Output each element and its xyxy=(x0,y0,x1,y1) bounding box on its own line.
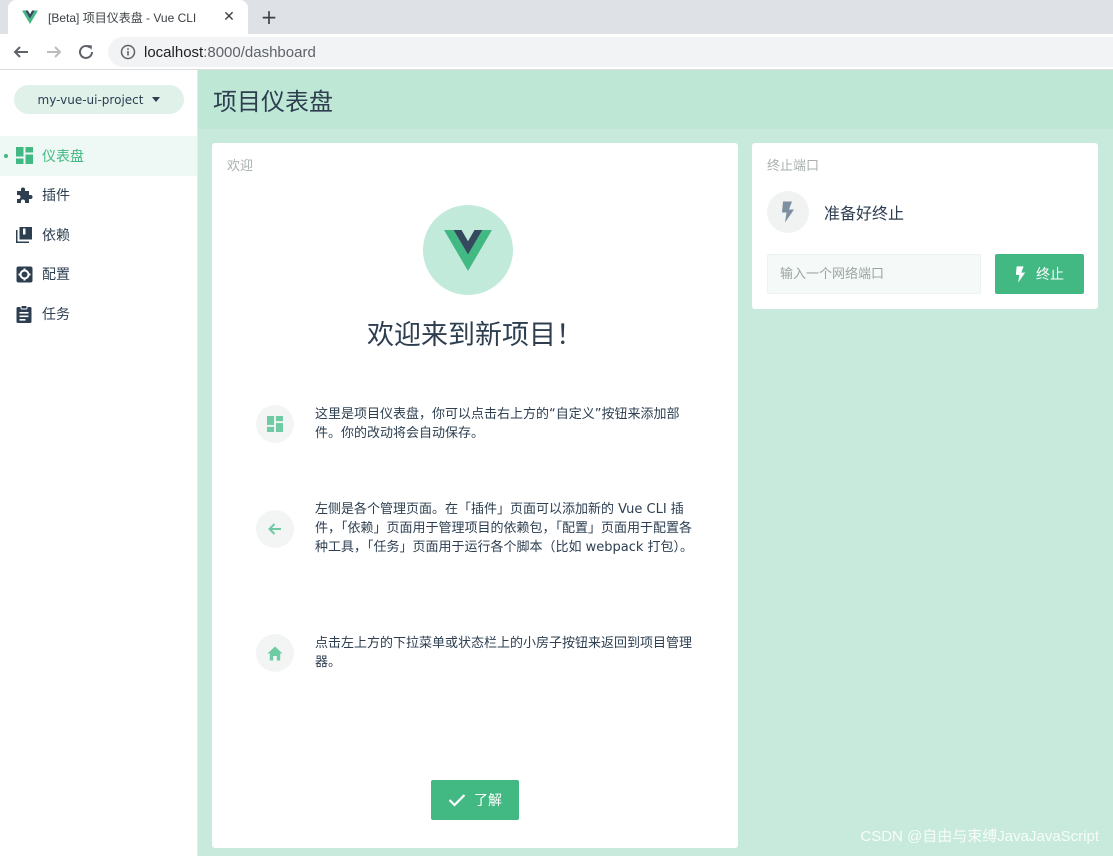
back-button[interactable] xyxy=(10,41,32,63)
caret-down-icon xyxy=(152,97,161,102)
kill-port-widget: 终止端口 准备好终止 终止 xyxy=(752,143,1098,309)
new-tab-button[interactable]: + xyxy=(258,5,280,29)
check-icon xyxy=(448,794,466,807)
sidebar-item-label: 仪表盘 xyxy=(42,148,84,165)
port-input[interactable] xyxy=(767,254,981,294)
sidebar-item-label: 依赖 xyxy=(42,227,70,244)
widget-title: 终止端口 xyxy=(767,159,820,174)
page-header: 项目仪表盘 xyxy=(198,70,1113,129)
got-it-button[interactable]: 了解 xyxy=(431,780,519,820)
tab-title: [Beta] 项目仪表盘 - Vue CLI xyxy=(48,10,197,25)
arrow-left-icon xyxy=(256,509,294,548)
sidebar-item-tasks[interactable]: 任务 xyxy=(0,294,197,334)
sidebar-item-plugins[interactable]: 插件 xyxy=(0,176,197,216)
widget-title: 欢迎 xyxy=(227,159,254,174)
sidebar-item-dashboard[interactable]: 仪表盘 xyxy=(0,136,197,176)
browser-tabstrip: [Beta] 项目仪表盘 - Vue CLI ✕ + xyxy=(0,0,1113,34)
home-icon xyxy=(256,634,294,672)
puzzle-icon xyxy=(15,186,33,204)
tip-text: 这里是项目仪表盘，你可以点击右上方的“自定义”按钮来添加部件。你的改动将会自动保… xyxy=(315,407,680,441)
kill-button-label: 终止 xyxy=(1036,267,1064,283)
got-it-label: 了解 xyxy=(474,793,502,809)
library-icon xyxy=(15,226,33,244)
forward-button[interactable] xyxy=(43,41,65,63)
kill-status-text: 准备好终止 xyxy=(824,204,905,223)
sidebar: my-vue-ui-project 仪表盘 插件 依赖 配置 任务 xyxy=(0,70,198,856)
reload-icon xyxy=(79,44,93,59)
sidebar-item-label: 插件 xyxy=(42,188,70,205)
sidebar-item-label: 任务 xyxy=(42,306,70,323)
tip-text: 左侧是各个管理页面。在「插件」页面可以添加新的 Vue CLI 插件，「依赖」页… xyxy=(315,502,694,555)
active-indicator xyxy=(4,154,8,158)
close-tab-icon[interactable]: ✕ xyxy=(220,8,238,26)
address-bar[interactable]: localhost:8000/dashboard xyxy=(108,37,1113,67)
url-path: :8000/dashboard xyxy=(203,43,316,61)
project-name: my-vue-ui-project xyxy=(37,92,144,107)
url-host: localhost xyxy=(144,43,204,61)
tip-item: 这里是项目仪表盘，你可以点击右上方的“自定义”按钮来添加部件。你的改动将会自动保… xyxy=(256,405,696,443)
browser-toolbar: localhost:8000/dashboard xyxy=(0,34,1113,70)
tip-item: 左侧是各个管理页面。在「插件」页面可以添加新的 Vue CLI 插件，「依赖」页… xyxy=(256,500,696,557)
sidebar-item-dependencies[interactable]: 依赖 xyxy=(0,215,197,255)
lightning-icon xyxy=(767,191,809,233)
arrow-right-icon xyxy=(47,46,62,58)
kill-button[interactable]: 终止 xyxy=(995,254,1084,294)
info-icon[interactable] xyxy=(120,44,136,60)
clipboard-icon xyxy=(15,304,33,323)
dashboard-icon xyxy=(15,147,33,165)
tip-text: 点击左上方的下拉菜单或状态栏上的小房子按钮来返回到项目管理器。 xyxy=(315,636,693,670)
welcome-widget: 欢迎 欢迎来到新项目！ 这里是项目仪表盘，你可以点击右上方的“自定义”按钮来添加… xyxy=(212,143,738,848)
main-content: 项目仪表盘 欢迎 欢迎来到新项目！ 这里是项目仪表盘，你可以点击右上方的“自定义… xyxy=(198,70,1113,856)
sidebar-item-configuration[interactable]: 配置 xyxy=(0,255,197,295)
vue-favicon-icon xyxy=(22,10,38,24)
project-select[interactable]: my-vue-ui-project xyxy=(14,85,184,114)
sidebar-item-label: 配置 xyxy=(42,267,70,284)
arrow-left-icon xyxy=(13,46,28,58)
vue-logo-icon xyxy=(423,205,513,295)
sidebar-nav: 仪表盘 插件 依赖 配置 任务 xyxy=(0,136,197,334)
browser-tab[interactable]: [Beta] 项目仪表盘 - Vue CLI ✕ xyxy=(8,0,248,34)
lightning-icon xyxy=(1015,265,1026,283)
welcome-heading: 欢迎来到新项目！ xyxy=(367,320,583,351)
reload-button[interactable] xyxy=(75,41,97,63)
page-title: 项目仪表盘 xyxy=(213,88,333,116)
tip-item: 点击左上方的下拉菜单或状态栏上的小房子按钮来返回到项目管理器。 xyxy=(256,634,696,672)
watermark: CSDN @自由与束缚JavaJavaScript xyxy=(860,828,1099,845)
kill-status: 准备好终止 xyxy=(767,191,904,233)
dashboard-icon xyxy=(256,405,294,443)
settings-icon xyxy=(15,265,33,283)
